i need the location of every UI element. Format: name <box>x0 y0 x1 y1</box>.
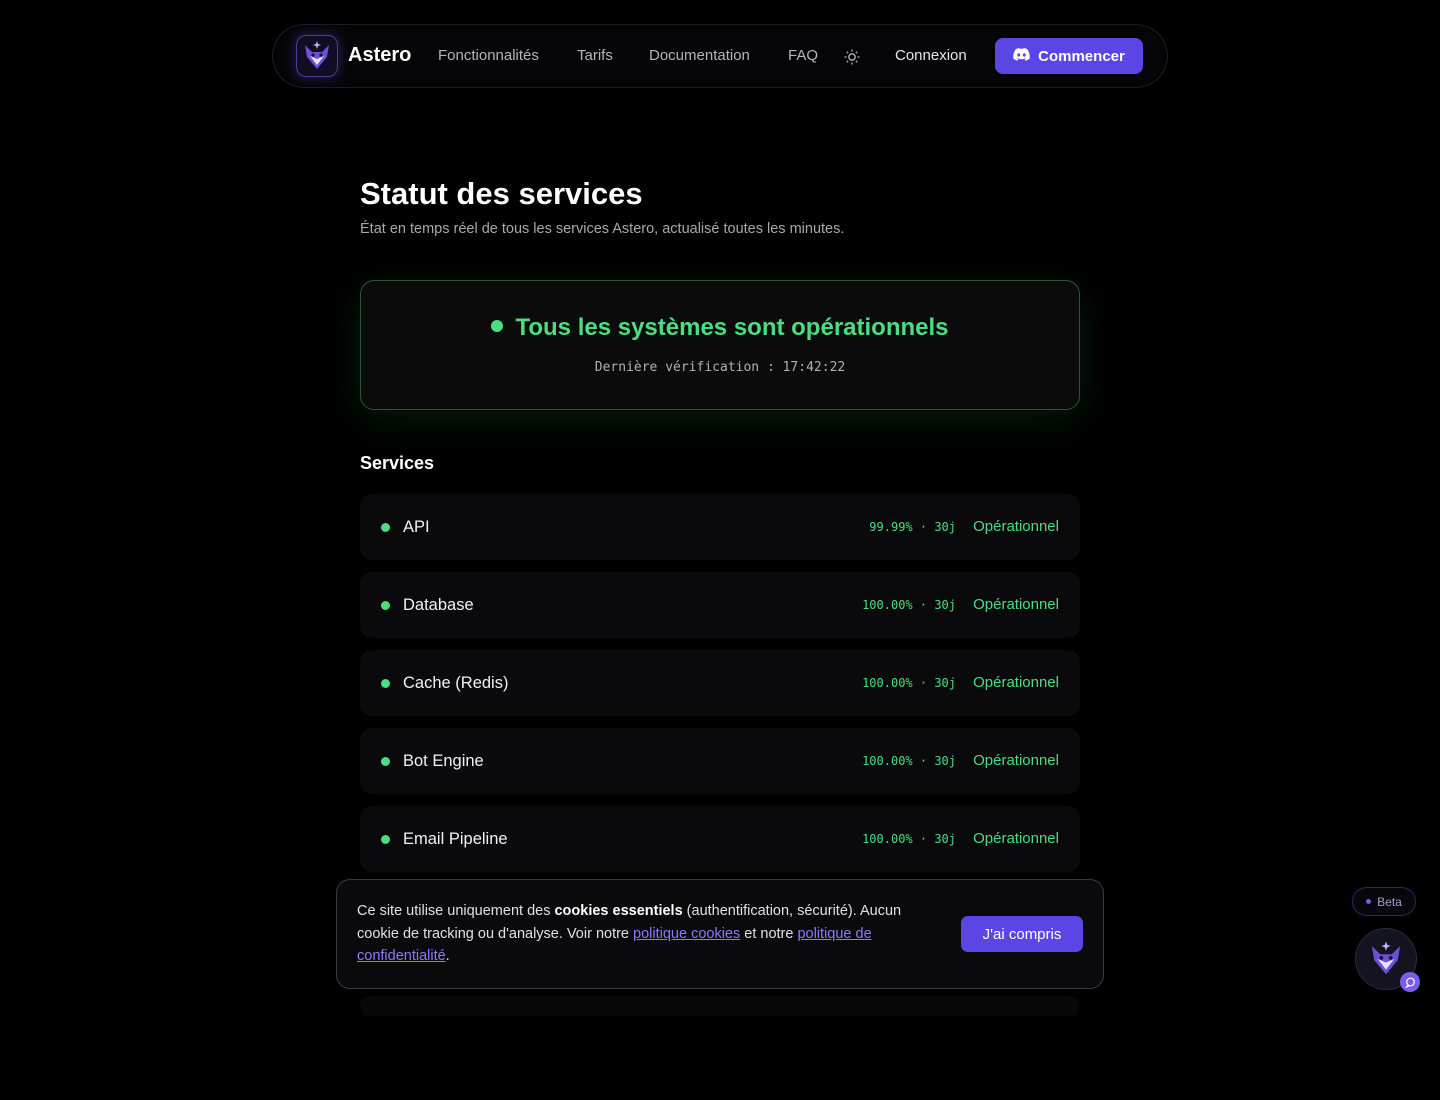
service-row-database[interactable]: Database 100.00% · 30j Opérationnel <box>360 572 1080 638</box>
sun-icon[interactable] <box>843 48 861 66</box>
nav-link-docs[interactable]: Documentation <box>649 47 750 64</box>
overall-status-card: Tous les systèmes sont opérationnels Der… <box>360 280 1080 410</box>
status-dot-icon <box>381 601 390 610</box>
service-name: Database <box>403 596 474 614</box>
service-state: Opérationnel <box>973 830 1059 847</box>
service-row-api[interactable]: API 99.99% · 30j Opérationnel <box>360 494 1080 560</box>
overall-status-text: Tous les systèmes sont opérationnels <box>515 314 949 341</box>
cookie-text-bold: cookies essentiels <box>554 903 683 919</box>
chat-icon <box>1400 972 1420 992</box>
last-check-time: Dernière vérification : 17:42:22 <box>594 360 846 375</box>
get-started-button[interactable]: Commencer <box>995 38 1143 74</box>
service-name: Cache (Redis) <box>403 674 509 692</box>
nav-link-faq[interactable]: FAQ <box>788 47 818 64</box>
cookie-banner: Ce site utilise uniquement des cookies e… <box>336 879 1104 989</box>
cookie-text-part: Ce site utilise uniquement des <box>357 903 555 919</box>
cookie-text-part: . <box>445 948 450 964</box>
status-dot-icon <box>381 757 390 766</box>
service-state: Opérationnel <box>973 596 1059 613</box>
service-row-cache[interactable]: Cache (Redis) 100.00% · 30j Opérationnel <box>360 650 1080 716</box>
beta-label: Beta <box>1377 894 1402 909</box>
service-row-partial <box>360 996 1080 1016</box>
page-subtitle: État en temps réel de tous les services … <box>360 221 845 237</box>
cookie-text: Ce site utilise uniquement des cookies e… <box>357 900 937 968</box>
status-dot-icon <box>381 835 390 844</box>
service-uptime: 100.00% · 30j <box>862 676 956 690</box>
status-dot-icon <box>381 523 390 532</box>
service-state: Opérationnel <box>973 518 1059 535</box>
accept-cookies-button[interactable]: J'ai compris <box>961 916 1083 952</box>
service-name: Bot Engine <box>403 752 484 770</box>
status-dot-icon <box>491 319 504 332</box>
login-link[interactable]: Connexion <box>895 47 967 64</box>
status-dot-icon <box>381 679 390 688</box>
get-started-label: Commencer <box>1038 47 1125 65</box>
assistant-launcher[interactable] <box>1355 928 1420 992</box>
service-name: Email Pipeline <box>403 830 508 848</box>
beta-badge[interactable]: Beta <box>1352 887 1416 916</box>
overall-status: Tous les systèmes sont opérationnels <box>361 314 1079 342</box>
service-uptime: 100.00% · 30j <box>862 754 956 768</box>
top-nav: Astero Fonctionnalités Tarifs Documentat… <box>272 24 1168 88</box>
service-state: Opérationnel <box>973 674 1059 691</box>
page-title: Statut des services <box>360 176 643 211</box>
fox-logo-icon[interactable] <box>296 35 338 77</box>
cookie-policy-link[interactable]: politique cookies <box>633 926 740 942</box>
brand-name[interactable]: Astero <box>348 44 411 67</box>
service-uptime: 100.00% · 30j <box>862 832 956 846</box>
service-uptime: 100.00% · 30j <box>862 598 956 612</box>
cookie-text-part: et notre <box>740 925 798 942</box>
service-state: Opérationnel <box>973 752 1059 769</box>
services-heading: Services <box>360 453 435 473</box>
service-name: API <box>403 518 430 536</box>
discord-icon <box>1013 47 1030 65</box>
service-row-email-pipeline[interactable]: Email Pipeline 100.00% · 30j Opérationne… <box>360 806 1080 872</box>
beta-dot-icon <box>1366 899 1372 904</box>
service-row-bot-engine[interactable]: Bot Engine 100.00% · 30j Opérationnel <box>360 728 1080 794</box>
nav-link-pricing[interactable]: Tarifs <box>577 47 613 64</box>
nav-link-features[interactable]: Fonctionnalités <box>438 47 539 64</box>
service-uptime: 99.99% · 30j <box>869 520 956 534</box>
fox-avatar-icon <box>1371 941 1401 975</box>
